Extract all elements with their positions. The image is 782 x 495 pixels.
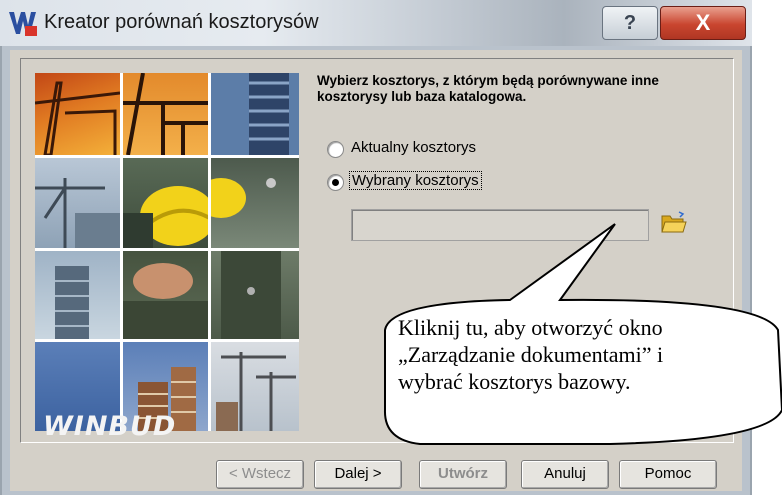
radio-selected-estimate[interactable] xyxy=(327,174,344,191)
winbud-app-icon xyxy=(9,12,37,36)
wizard-picture: WINBUD xyxy=(35,73,299,442)
window-frame: WINBUD Wybierz kosztorys, z którym będą … xyxy=(0,46,752,495)
back-button[interactable]: < Wstecz xyxy=(216,460,304,489)
estimate-path-field[interactable] xyxy=(351,209,649,241)
picture-tile-cranes xyxy=(211,342,299,431)
next-button[interactable]: Dalej > xyxy=(314,460,402,489)
brand-logo-text: WINBUD xyxy=(43,411,177,442)
title-bar[interactable]: Kreator porównań kosztorysów ? X xyxy=(0,0,752,46)
picture-tile-vest xyxy=(211,251,299,339)
callout-line-3: wybrać kosztorys bazowy. xyxy=(398,369,631,394)
callout-text: Kliknij tu, aby otworzyć okno „Zarządzan… xyxy=(398,314,758,395)
help-title-button[interactable]: ? xyxy=(602,6,658,40)
picture-tile-scaffold xyxy=(123,73,208,155)
picture-tile-hands xyxy=(123,251,208,339)
label-selected-estimate[interactable]: Wybrany kosztorys xyxy=(349,171,482,190)
create-button[interactable]: Utwórz xyxy=(419,460,507,489)
picture-tile-tower xyxy=(35,251,120,339)
picture-tile-sunset-crane xyxy=(35,73,120,155)
close-button[interactable]: X xyxy=(660,6,746,40)
radio-current-estimate[interactable] xyxy=(327,141,344,158)
callout-line-1: Kliknij tu, aby otworzyć okno xyxy=(398,315,663,340)
picture-tile-crane-sky xyxy=(35,158,120,248)
picture-tile-worker-shirt xyxy=(211,158,299,248)
cancel-button[interactable]: Anuluj xyxy=(521,460,609,489)
folder-open-icon[interactable] xyxy=(661,211,687,235)
help-button[interactable]: Pomoc xyxy=(619,460,717,489)
window-title: Kreator porównań kosztorysów xyxy=(44,11,319,33)
callout-line-2: „Zarządzanie dokumentami” i xyxy=(398,342,664,367)
prompt-text: Wybierz kosztorys, z którym będą porówny… xyxy=(317,73,659,104)
wizard-window: Kreator porównań kosztorysów ? X WINBUD … xyxy=(0,0,752,495)
picture-tile-building-blue xyxy=(211,73,299,155)
dialog-client: WINBUD Wybierz kosztorys, z którym będą … xyxy=(10,50,742,491)
label-current-estimate[interactable]: Aktualny kosztorys xyxy=(351,139,476,156)
radio-selected-dot xyxy=(332,179,339,186)
picture-tile-helmet xyxy=(123,158,208,248)
